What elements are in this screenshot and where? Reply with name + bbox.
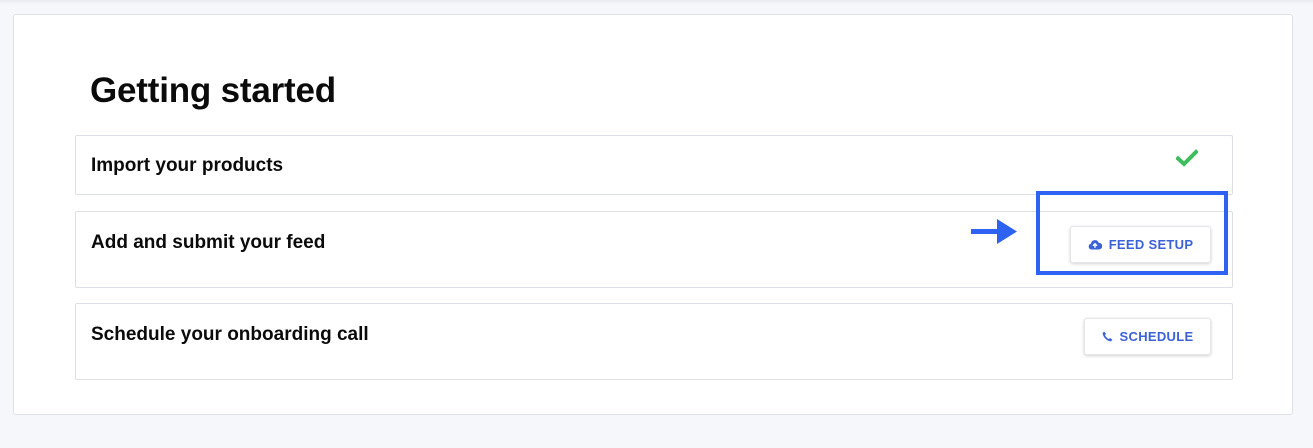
feed-setup-button[interactable]: FEED SETUP [1070,226,1211,263]
check-icon [1176,149,1198,167]
cloud-upload-icon [1088,240,1102,250]
step-label: Add and submit your feed [91,232,326,253]
schedule-label: SCHEDULE [1119,329,1194,344]
top-bar [0,0,1313,4]
feed-setup-label: FEED SETUP [1108,237,1194,252]
step-label: Import your products [91,155,284,176]
step-label: Schedule your onboarding call [91,324,369,345]
page-title: Getting started [90,71,336,110]
step-onboarding-call: Schedule your onboarding call [75,303,1233,380]
schedule-button[interactable]: SCHEDULE [1084,318,1211,355]
phone-icon [1102,331,1112,342]
step-import-products: Import your products [75,135,1233,195]
right-arrow-icon [971,219,1017,244]
